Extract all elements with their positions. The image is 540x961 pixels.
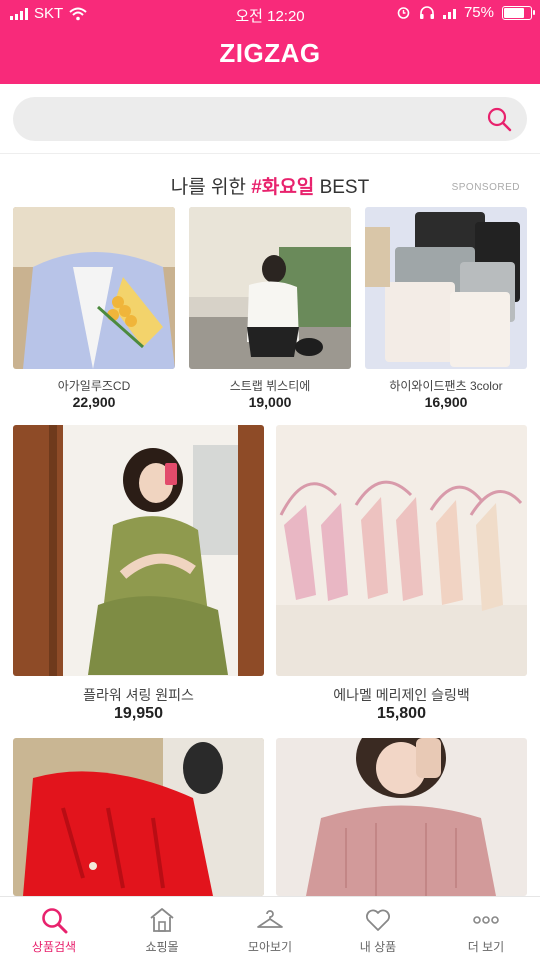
app-header: SKT 오전 12:20 75% ZIGZAG: [0, 0, 540, 84]
shop-icon: [150, 908, 174, 932]
product-image[interactable]: [189, 207, 351, 369]
tab-product-search[interactable]: 상품검색: [0, 897, 108, 961]
product-name: 하이와이드팬츠 3color: [389, 379, 503, 393]
product-image[interactable]: [13, 207, 175, 369]
product-price: 22,900: [72, 394, 116, 410]
product-price: 19,950: [114, 705, 163, 722]
search-icon: [42, 908, 68, 934]
product-name: 에나멜 메리제인 슬링백: [333, 687, 470, 703]
cellular-signal-icon: [442, 7, 456, 19]
headphones-icon: [419, 6, 434, 19]
product-image[interactable]: [276, 738, 527, 896]
section-title-accent: #화요일: [251, 177, 315, 198]
product-card[interactable]: 에나멜 메리제인 슬링백 15,800: [276, 425, 527, 725]
battery-icon: [502, 5, 535, 20]
product-price: 16,900: [424, 394, 468, 410]
status-bar: SKT 오전 12:20 75%: [0, 0, 540, 30]
product-card[interactable]: 플라워 셔링 원피스 19,950: [13, 425, 264, 725]
product-card[interactable]: 스트랩 뷔스티에 19,000: [189, 207, 351, 410]
app-logo: ZIGZAG: [219, 38, 321, 68]
product-name: 아가일루즈CD: [57, 379, 131, 393]
tab-label: 더 보기: [467, 940, 505, 954]
product-image[interactable]: [13, 425, 264, 676]
product-price: 15,800: [377, 705, 426, 722]
battery-percent: 75%: [463, 4, 494, 21]
search-icon[interactable]: [486, 106, 512, 132]
product-card[interactable]: [13, 738, 264, 896]
tab-label: 모아보기: [247, 940, 293, 954]
product-card[interactable]: 아가일루즈CD 22,900: [13, 207, 175, 410]
sponsored-label: SPONSORED: [451, 182, 520, 193]
search-input[interactable]: [13, 97, 527, 141]
more-icon: [473, 916, 499, 924]
product-name: 플라워 셔링 원피스: [83, 687, 194, 703]
product-image[interactable]: [276, 425, 527, 676]
product-image[interactable]: [13, 738, 264, 896]
product-image[interactable]: [365, 207, 527, 369]
bottom-tab-bar: 상품검색 쇼핑몰 모아보기 내 상품 더 보기: [0, 896, 540, 960]
tab-collection[interactable]: 모아보기: [216, 897, 324, 961]
tab-label: 상품검색: [31, 940, 77, 954]
product-card[interactable]: [276, 738, 527, 896]
tab-more[interactable]: 더 보기: [432, 897, 540, 961]
tab-label: 내 상품: [359, 940, 397, 954]
product-price: 19,000: [248, 394, 292, 410]
hanger-icon: [257, 910, 283, 928]
product-name: 스트랩 뷔스티에: [229, 379, 311, 393]
tab-my-products[interactable]: 내 상품: [324, 897, 432, 961]
tab-shopping-mall[interactable]: 쇼핑몰: [108, 897, 216, 961]
product-card[interactable]: 하이와이드팬츠 3color 16,900: [365, 207, 527, 410]
search-bar: [0, 84, 540, 154]
alarm-icon: [397, 7, 410, 19]
tab-label: 쇼핑몰: [145, 940, 179, 954]
heart-icon: [366, 909, 390, 931]
